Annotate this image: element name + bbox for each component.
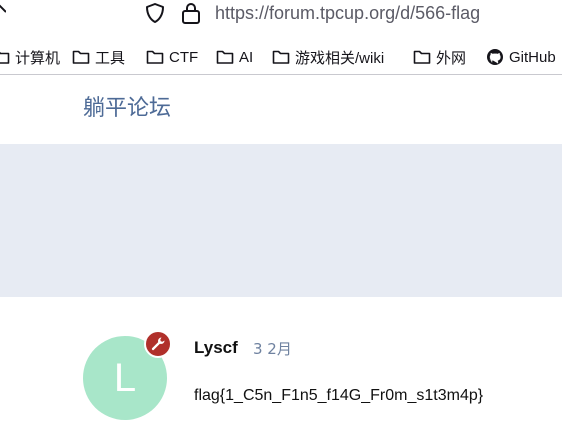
github-icon: [487, 49, 503, 65]
folder-icon: [216, 50, 234, 64]
folder-icon: [272, 50, 290, 64]
bookmark-label: 工具: [95, 49, 126, 67]
shield-icon[interactable]: [145, 2, 165, 24]
bookmark-external[interactable]: 外网: [413, 46, 466, 68]
discussion-hero: [0, 144, 562, 297]
home-icon[interactable]: [0, 4, 6, 20]
address-bar: https://forum.tpcup.org/d/566-flag: [0, 0, 562, 30]
bookmark-tools[interactable]: 工具: [72, 46, 125, 68]
folder-icon: [72, 50, 90, 64]
wrench-icon: [151, 337, 165, 351]
site-title[interactable]: 躺平论坛: [83, 95, 171, 123]
post-username[interactable]: Lyscf: [194, 337, 238, 359]
bookmarks-toolbar: 计算机 工具 CTF AI 游戏相关/wiki 外网 GitHub: [0, 40, 562, 75]
site-header: 躺平论坛: [0, 75, 562, 144]
bookmark-label: AI: [239, 48, 254, 66]
bookmark-github[interactable]: GitHub: [486, 46, 556, 68]
folder-icon: [146, 50, 164, 64]
url-field[interactable]: https://forum.tpcup.org/d/566-flag: [215, 1, 480, 25]
post-body: flag{1_C5n_F1n5_f14G_Fr0m_s1t3m4p}: [194, 387, 484, 404]
bookmark-label: 计算机: [15, 49, 61, 67]
post-date[interactable]: 3 2月: [253, 339, 292, 359]
lock-icon[interactable]: [180, 1, 202, 25]
bookmark-ctf[interactable]: CTF: [146, 46, 198, 68]
folder-icon: [0, 51, 10, 64]
folder-icon: [413, 50, 431, 64]
bookmark-computer[interactable]: 计算机: [0, 46, 60, 68]
bookmark-ai[interactable]: AI: [216, 46, 253, 68]
bookmark-label: 游戏相关/wiki: [295, 49, 385, 67]
moderator-badge: [144, 330, 172, 358]
post: L Lyscf 3 2月 flag{1_C5n_F1n5_f14G_Fr0m_s…: [0, 297, 562, 433]
bookmark-label: GitHub: [509, 48, 556, 66]
bookmark-label: CTF: [169, 48, 199, 66]
bookmark-label: 外网: [436, 49, 467, 67]
bookmark-games-wiki[interactable]: 游戏相关/wiki: [272, 46, 384, 68]
